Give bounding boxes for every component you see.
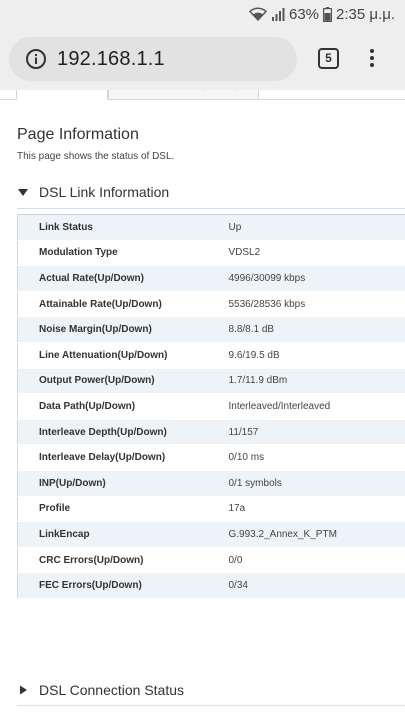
wifi-icon xyxy=(249,7,267,21)
row-value: 17a xyxy=(228,496,405,523)
row-label: Output Power(Up/Down) xyxy=(17,368,229,395)
table-row: Output Power(Up/Down) 1.7/11.9 dBm xyxy=(17,368,405,395)
browser-toolbar: 192.168.1.1 5 xyxy=(0,28,405,90)
table-row: Link Status Up xyxy=(17,214,405,241)
row-label: INP(Up/Down) xyxy=(17,470,229,497)
info-icon[interactable] xyxy=(25,48,47,70)
row-value: Interleaved/Interleaved xyxy=(228,393,405,420)
tab-wan-ethernet[interactable]: WAN Ethernet (EWAN) xyxy=(108,90,259,100)
battery-icon xyxy=(323,6,333,22)
row-label: Line Attenuation(Up/Down) xyxy=(17,342,229,369)
row-value: 4996/30099 kbps xyxy=(228,265,405,292)
row-label: Attainable Rate(Up/Down) xyxy=(17,291,229,318)
row-value: 11/157 xyxy=(228,419,405,446)
row-value: 8.8/8.1 dB xyxy=(228,316,405,343)
tab-dsl[interactable]: DSL xyxy=(16,90,108,100)
row-value: 9.6/19.5 dB xyxy=(228,342,405,369)
table-row: Interleave Depth(Up/Down) 11/157 xyxy=(17,419,405,446)
table-row: Noise Margin(Up/Down) 8.8/8.1 dB xyxy=(17,316,405,343)
row-value: Up xyxy=(228,214,405,241)
section-title: DSL Link Information xyxy=(39,184,170,200)
table-row: Data Path(Up/Down) Interleaved/Interleave… xyxy=(17,393,405,420)
row-label: Link Status xyxy=(17,214,229,241)
divider xyxy=(17,705,405,706)
table-row: FEC Errors(Up/Down) 0/34 xyxy=(17,572,405,599)
overflow-menu-icon[interactable] xyxy=(364,46,380,72)
divider xyxy=(17,208,405,209)
row-value: G.993.2_Annex_K_PTM xyxy=(228,521,405,548)
table-row: Line Attenuation(Up/Down) 9.6/19.5 dB xyxy=(17,342,405,369)
row-label: Interleave Delay(Up/Down) xyxy=(17,444,229,471)
status-bar: 63% 2:35 μ.μ. xyxy=(0,0,405,28)
section-title: DSL Connection Status xyxy=(39,682,185,698)
row-label: FEC Errors(Up/Down) xyxy=(17,572,229,599)
row-label: LinkEncap xyxy=(17,521,229,548)
triangle-right-icon xyxy=(17,683,31,697)
row-label: Modulation Type xyxy=(17,240,229,267)
row-label: CRC Errors(Up/Down) xyxy=(17,547,229,574)
web-page: DSL WAN Ethernet (EWAN) Page Information… xyxy=(0,90,405,720)
clock-time: 2:35 μ.μ. xyxy=(336,5,395,23)
table-row: Attainable Rate(Up/Down) 5536/28536 kbps xyxy=(17,291,405,318)
dsl-link-table: Link Status Up Modulation Type VDSL2 Actual … xyxy=(17,214,405,599)
row-label: Noise Margin(Up/Down) xyxy=(17,316,229,343)
url-text[interactable]: 192.168.1.1 xyxy=(57,48,165,71)
row-value: 0/10 ms xyxy=(228,444,405,471)
table-row: Actual Rate(Up/Down) 4996/30099 kbps xyxy=(17,265,405,292)
table-row: Interleave Delay(Up/Down) 0/10 ms xyxy=(17,444,405,471)
page-description: This page shows the status of DSL. xyxy=(17,151,175,162)
signal-icon xyxy=(271,7,285,21)
section-dsl-link-header[interactable]: DSL Link Information xyxy=(17,184,169,200)
triangle-down-icon xyxy=(17,185,31,199)
table-row: INP(Up/Down) 0/1 symbols xyxy=(17,470,405,497)
row-value: 5536/28536 kbps xyxy=(228,291,405,318)
tab-switcher-button[interactable]: 5 xyxy=(318,48,339,69)
table-row: CRC Errors(Up/Down) 0/0 xyxy=(17,547,405,574)
row-value: 1.7/11.9 dBm xyxy=(228,368,405,395)
address-bar[interactable]: 192.168.1.1 xyxy=(9,37,297,81)
section-dsl-connection-header[interactable]: DSL Connection Status xyxy=(17,682,184,698)
table-row: Modulation Type VDSL2 xyxy=(17,240,405,267)
row-value: VDSL2 xyxy=(228,240,405,267)
row-label: Interleave Depth(Up/Down) xyxy=(17,419,229,446)
table-row: Profile 17a xyxy=(17,496,405,523)
page-title: Page Information xyxy=(17,126,139,143)
tab-strip: DSL WAN Ethernet (EWAN) xyxy=(0,90,405,100)
row-label: Data Path(Up/Down) xyxy=(17,393,229,420)
table-row: LinkEncap G.993.2_Annex_K_PTM xyxy=(17,521,405,548)
row-value: 0/34 xyxy=(228,572,405,599)
row-label: Profile xyxy=(17,496,229,523)
row-label: Actual Rate(Up/Down) xyxy=(17,265,229,292)
row-value: 0/0 xyxy=(228,547,405,574)
row-value: 0/1 symbols xyxy=(228,470,405,497)
battery-percent: 63% xyxy=(288,5,320,23)
